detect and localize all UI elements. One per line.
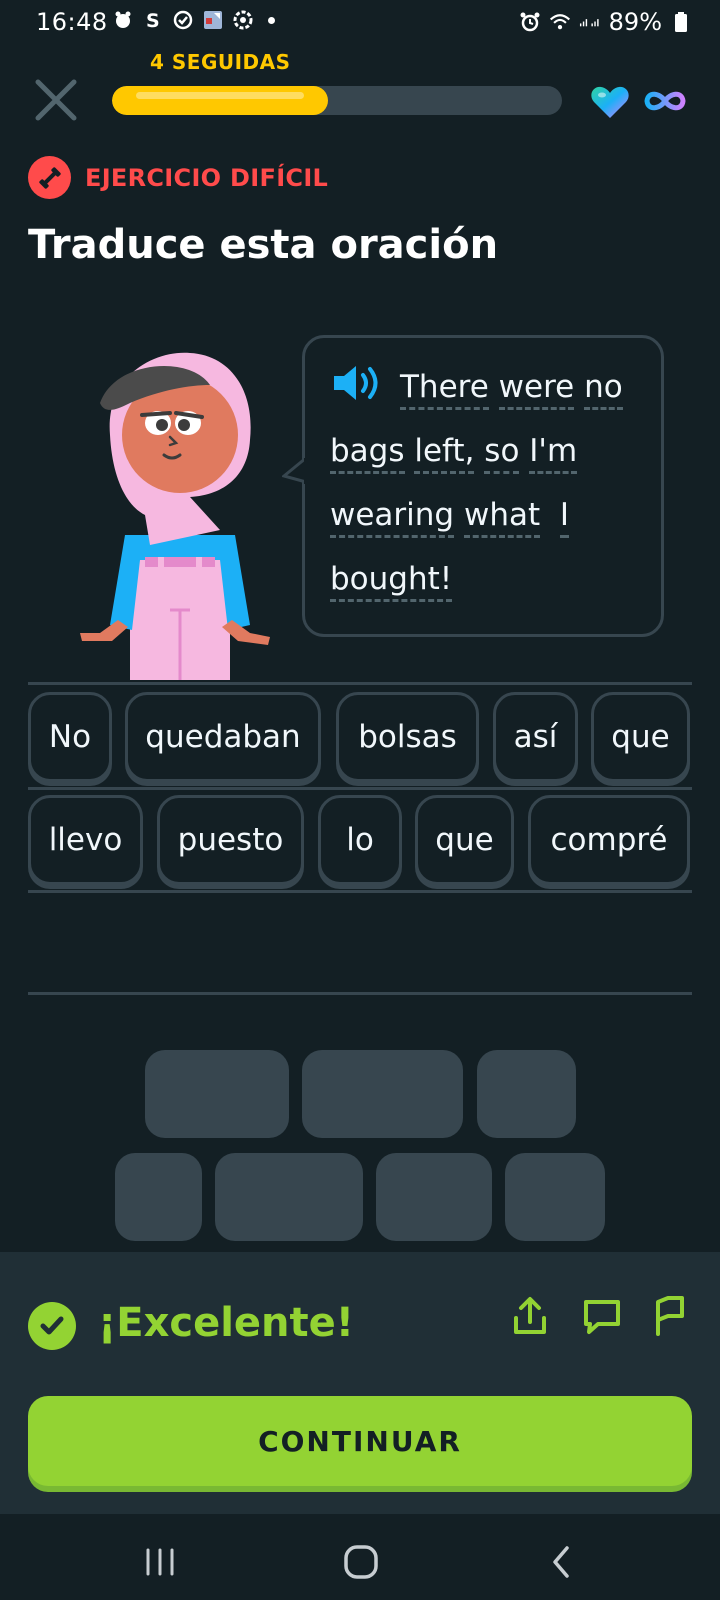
prompt-word[interactable]: so <box>484 433 520 474</box>
more-notifications-dot <box>268 16 275 24</box>
answer-line <box>28 682 692 685</box>
hard-exercise-badge: EJERCICIO DIFÍCIL <box>28 156 328 199</box>
speaker-icon[interactable] <box>330 363 386 403</box>
system-nav-bar <box>0 1514 720 1600</box>
settings-gear-icon <box>232 9 254 31</box>
word-bank-slot <box>145 1050 289 1138</box>
badge-label: EJERCICIO DIFÍCIL <box>85 163 329 192</box>
answer-chip[interactable]: No <box>28 692 112 782</box>
svg-text:S: S <box>146 10 160 31</box>
signal-icon <box>579 11 601 33</box>
heart-icon[interactable] <box>590 84 630 120</box>
exercise-heading: Traduce esta oración <box>28 222 499 268</box>
answer-chip[interactable]: puesto <box>157 795 304 885</box>
answer-chip[interactable]: quedaban <box>125 692 321 782</box>
answer-chip[interactable]: que <box>591 692 690 782</box>
prompt-word[interactable]: what <box>463 497 541 538</box>
flag-icon[interactable] <box>648 1294 692 1338</box>
battery-icon <box>670 11 692 33</box>
answer-line <box>28 787 692 790</box>
check-icon <box>28 1302 76 1350</box>
prompt-word[interactable]: were <box>498 369 575 410</box>
notification-icons: S <box>112 9 275 31</box>
answer-chip[interactable]: bolsas <box>336 692 479 782</box>
word-bank-slot <box>115 1153 202 1241</box>
status-time: 16:48 <box>36 8 108 36</box>
prompt-sentence: There were no bags left, so I'm wearing … <box>330 355 650 611</box>
character-illustration <box>80 352 270 680</box>
lesson-progress-bar <box>112 86 562 115</box>
comment-icon[interactable] <box>580 1294 624 1338</box>
word-bank-slot <box>477 1050 576 1138</box>
share-icon[interactable] <box>508 1294 552 1338</box>
photo-app-icon <box>202 9 224 31</box>
answer-chip[interactable]: llevo <box>28 795 143 885</box>
wifi-icon <box>549 11 571 33</box>
dumbbell-icon <box>28 156 71 199</box>
status-bar: 16:48 S 89% <box>0 0 720 48</box>
word-bank-slot <box>302 1050 463 1138</box>
prompt-word[interactable]: left, <box>414 433 475 474</box>
prompt-word[interactable]: wearing <box>330 497 455 538</box>
word-bank-slot <box>215 1153 363 1241</box>
progress-shine <box>136 92 304 99</box>
answer-line <box>28 890 692 893</box>
answer-chip[interactable]: lo <box>318 795 402 885</box>
prompt-word[interactable]: bags <box>330 433 405 474</box>
prompt-word[interactable]: bought! <box>330 561 453 602</box>
answer-chip[interactable]: así <box>493 692 578 782</box>
system-icons: 89% <box>519 8 692 36</box>
close-button[interactable] <box>30 78 82 126</box>
answer-line <box>28 992 692 995</box>
prompt-word[interactable]: I'm <box>529 433 578 474</box>
answer-chip[interactable]: que <box>415 795 514 885</box>
prompt-word[interactable]: no <box>584 369 623 410</box>
prompt-word[interactable]: There <box>400 369 489 410</box>
continue-button[interactable]: CONTINUAR <box>28 1396 692 1486</box>
s-app-icon: S <box>142 9 164 31</box>
recent-apps-icon[interactable] <box>140 1542 180 1582</box>
prompt-word[interactable]: I <box>559 497 569 538</box>
progress-fill <box>112 86 328 115</box>
back-icon[interactable] <box>543 1542 583 1582</box>
feedback-title: ¡Excelente! <box>98 1300 355 1346</box>
battery-percent: 89% <box>608 8 662 36</box>
alarm-icon <box>519 11 541 33</box>
word-bank-slot <box>376 1153 492 1241</box>
speech-bubble-tail <box>282 458 308 484</box>
close-icon <box>35 79 77 121</box>
infinity-icon <box>644 91 686 111</box>
streak-label: 4 SEGUIDAS <box>150 50 291 74</box>
answer-chip[interactable]: compré <box>528 795 690 885</box>
home-icon[interactable] <box>341 1542 381 1582</box>
word-bank-slot <box>505 1153 605 1241</box>
sync-icon <box>172 9 194 31</box>
bug-icon <box>112 9 134 31</box>
